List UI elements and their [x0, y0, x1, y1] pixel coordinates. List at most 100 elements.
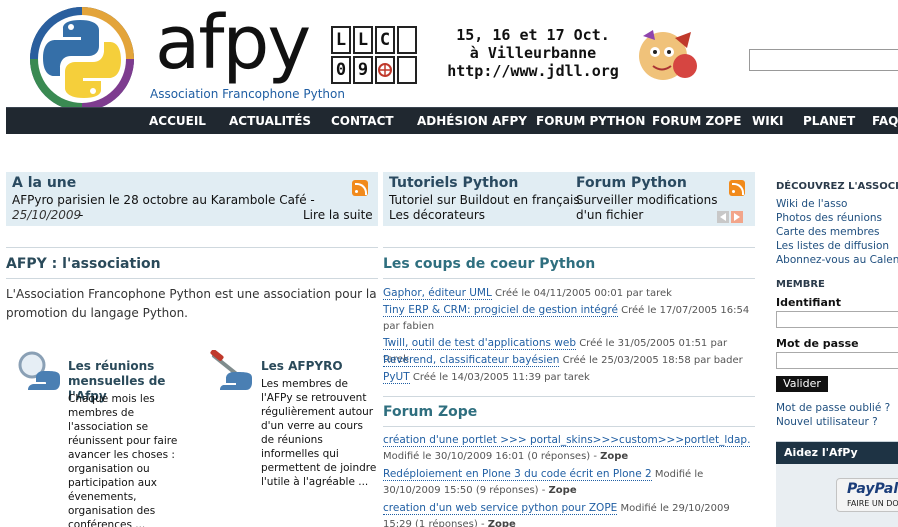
list-item: Reverend, classificateur bayésien Créé l…: [383, 352, 755, 369]
entry-meta: Créé le 25/03/2005 18:58 par bader: [559, 355, 743, 366]
tutoriel-link[interactable]: Les décorateurs: [389, 208, 485, 223]
sidebar-link[interactable]: Les listes de diffusion: [776, 240, 889, 252]
nav-item-wiki[interactable]: WIKI: [752, 108, 783, 135]
forum-topic-link[interactable]: Surveiller modifications: [576, 193, 718, 208]
coup-de-coeur-link[interactable]: Reverend, classificateur bayésien: [383, 354, 560, 367]
sidebar-link[interactable]: Abonnez-vous au Calendrier: [776, 254, 898, 266]
divider: [383, 278, 755, 279]
entry-tag: Zope: [548, 485, 577, 496]
divider: [383, 426, 755, 427]
featured-tutoriels-title: Tutoriels Python: [389, 175, 519, 191]
featured-une-sep: -: [79, 208, 84, 222]
list-item: Redéploiement en Plone 3 du code écrit e…: [383, 466, 755, 499]
divider: [6, 278, 378, 279]
forum-zope-link[interactable]: Redéploiement en Plone 3 du code écrit e…: [383, 468, 652, 481]
featured-une-date: 25/10/2009: [12, 208, 82, 222]
paypal-logo-text: PayPal: [847, 481, 898, 497]
sidebar-link[interactable]: Carte des membres: [776, 226, 880, 238]
banner-cell: [375, 56, 395, 84]
entry-meta: Créé le 04/11/2005 00:01 par tarek: [491, 288, 672, 299]
nav-item-planet[interactable]: PLANET: [803, 108, 855, 135]
nav-item-actualites[interactable]: ACTUALITÉS: [229, 108, 311, 135]
list-item: création d'une portlet >>> portal_skins>…: [383, 432, 755, 465]
arrow-left-icon[interactable]: [717, 211, 729, 223]
sidebar-link[interactable]: Wiki de l'asso: [776, 198, 847, 210]
forum-zope-link[interactable]: création d'une portlet >>> portal_skins>…: [383, 434, 751, 447]
forum-zope-link[interactable]: creation d'un web service python pour ZO…: [383, 502, 618, 515]
main-nav: ACCUEIL ACTUALITÉS CONTACT ADHÉSION AFPY…: [6, 107, 898, 134]
entry-meta: Modifié le 30/10/2009 16:01 (0 réponses)…: [383, 451, 601, 462]
python-logo-icon[interactable]: [22, 6, 142, 112]
entry-meta: Créé le 14/03/2005 11:39 par tarek: [409, 372, 590, 383]
member-title: MEMBRE: [776, 279, 825, 290]
login-button[interactable]: Valider: [776, 376, 828, 392]
new-user-link[interactable]: Nouvel utilisateur ?: [776, 416, 878, 428]
magnifier-python-icon: [18, 351, 60, 390]
association-intro: L'Association Francophone Python est une…: [6, 287, 377, 320]
featured-une-title: A la une: [12, 175, 77, 191]
reunions-text: Chaque mois les membres de l'association…: [68, 393, 178, 527]
wheel-icon: [378, 63, 392, 77]
afpyro-title[interactable]: Les AFPYRO: [261, 359, 376, 374]
discover-title: DÉCOUVREZ L'ASSOCIATION: [776, 181, 898, 192]
list-item: Tiny ERP & CRM: progiciel de gestion int…: [383, 302, 755, 335]
corkscrew-python-icon: [210, 350, 252, 390]
banner-grid: L L C 0 9: [329, 24, 417, 86]
featured-forum-title: Forum Python: [576, 175, 687, 191]
password-label: Mot de passe: [776, 337, 859, 350]
coup-de-coeur-link[interactable]: Gaphor, éditeur UML: [383, 287, 492, 300]
nav-item-accueil[interactable]: ACCUEIL: [149, 108, 206, 135]
logo-text[interactable]: afpy: [155, 0, 311, 88]
rss-icon[interactable]: [352, 180, 368, 196]
banner-cell: 9: [353, 56, 373, 84]
coup-de-coeur-link[interactable]: Twill, outil de test d'applications web: [383, 337, 577, 350]
rss-icon[interactable]: [729, 180, 745, 196]
nav-item-contact[interactable]: CONTACT: [331, 108, 394, 135]
coup-de-coeur-link[interactable]: Tiny ERP & CRM: progiciel de gestion int…: [383, 304, 618, 317]
banner-cell: 0: [331, 56, 351, 84]
banner-cell: L: [353, 26, 373, 54]
login-input[interactable]: [776, 311, 898, 328]
jdll-banner[interactable]: L L C 0 9 15, 16 et 17 Oct. à Villeurban…: [329, 24, 701, 86]
divider: [383, 396, 755, 397]
paypal-donate-button[interactable]: PayPal FAIRE UN DON: [836, 478, 898, 512]
divider: [383, 247, 755, 248]
featured-une: A la une AFPyro parisien le 28 octobre a…: [6, 172, 378, 226]
nav-item-faq[interactable]: FAQ: [872, 108, 898, 135]
featured-une-link[interactable]: AFPyro parisien le 28 octobre au Karambo…: [12, 193, 315, 208]
logo-subtitle: Association Francophone Python: [150, 87, 345, 101]
banner-line-url: http://www.jdll.org: [447, 62, 619, 80]
forum-topic-link[interactable]: d'un fichier: [576, 208, 643, 223]
coups-de-coeur-title: Les coups de coeur Python: [383, 256, 596, 272]
read-more-link[interactable]: Lire la suite: [303, 208, 373, 223]
donate-box: Aidez l'AfPy PayPal FAIRE UN DON: [776, 441, 898, 527]
afpyro-text: Les membres de l'AFPy se retrouvent régu…: [261, 378, 377, 488]
paypal-sub-text: FAIRE UN DON: [847, 499, 898, 508]
sidebar-link[interactable]: Photos des réunions: [776, 212, 882, 224]
nav-item-forum-zope[interactable]: FORUM ZOPE: [652, 108, 741, 135]
login-label: Identifiant: [776, 296, 841, 309]
mascot-icon: [639, 30, 697, 80]
banner-cell: C: [375, 26, 395, 54]
forum-zope-title: Forum Zope: [383, 404, 478, 420]
banner-text: 15, 16 et 17 Oct. à Villeurbanne http://…: [433, 26, 633, 80]
donate-title: Aidez l'AfPy: [776, 442, 898, 464]
list-item: PyUT Créé le 14/03/2005 11:39 par tarek: [383, 369, 755, 386]
list-item: creation d'un web service python pour ZO…: [383, 500, 755, 527]
tutoriel-link[interactable]: Tutoriel sur Buildout en français: [389, 193, 580, 208]
coup-de-coeur-link[interactable]: PyUT: [383, 371, 410, 384]
nav-item-forum-python[interactable]: FORUM PYTHON: [536, 108, 645, 135]
search-input[interactable]: [749, 49, 898, 71]
list-item: Gaphor, éditeur UML Créé le 04/11/2005 0…: [383, 285, 755, 302]
divider: [6, 247, 378, 248]
nav-item-adhesion[interactable]: ADHÉSION AFPY: [417, 108, 527, 135]
banner-cell: [397, 26, 417, 54]
forgot-password-link[interactable]: Mot de passe oublié ?: [776, 402, 890, 414]
banner-line-city: à Villeurbanne: [469, 44, 597, 62]
entry-tag: Zope: [487, 519, 516, 527]
password-input[interactable]: [776, 352, 898, 369]
arrow-right-icon[interactable]: [731, 211, 743, 223]
association-title: AFPY : l'association: [6, 256, 161, 272]
banner-cell: L: [331, 26, 351, 54]
header: afpy Association Francophone Python L L …: [0, 0, 898, 111]
